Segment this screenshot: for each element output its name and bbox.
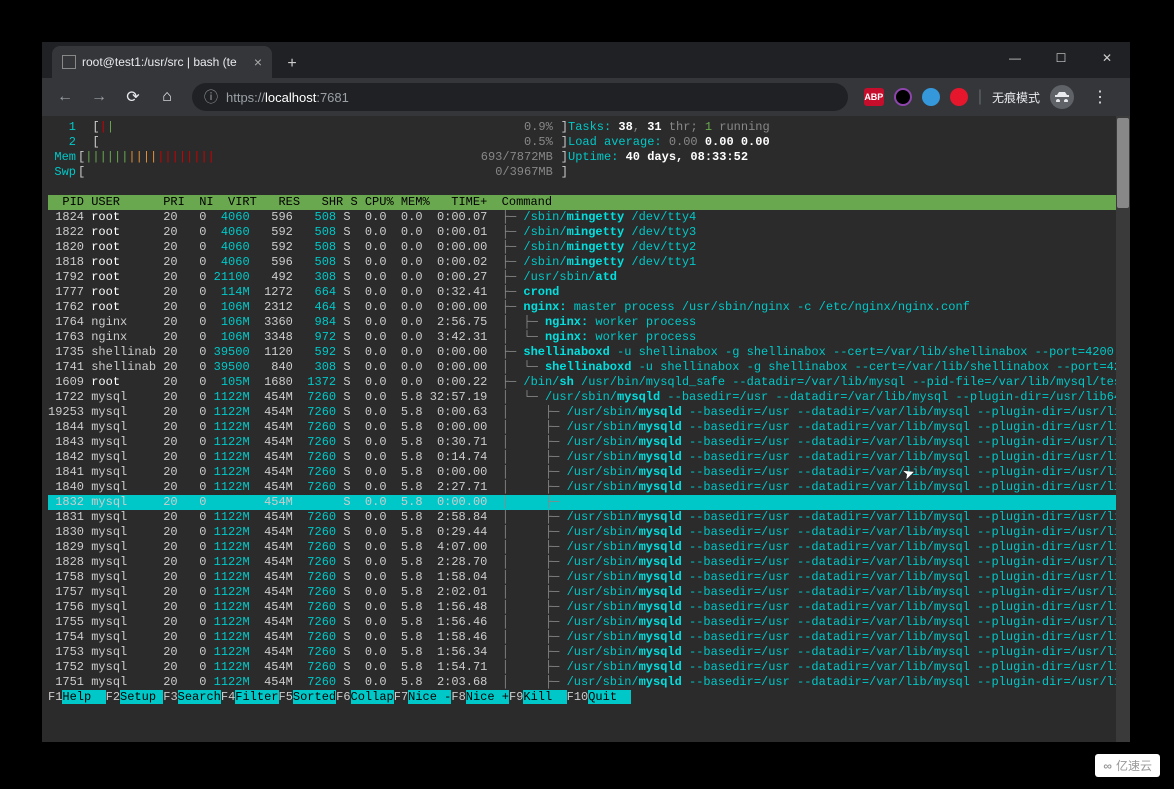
process-row[interactable]: 1763 nginx 20 0 106M 3348 972 S 0.0 0.0 … [48,330,1124,345]
maximize-button[interactable]: ☐ [1038,42,1084,74]
mem-bar: |||||||||||||||||| [85,150,215,165]
process-row[interactable]: 1758 mysql 20 0 1122M 454M 7260 S 0.0 5.… [48,570,1124,585]
process-row[interactable]: 19253 mysql 20 0 1122M 454M 7260 S 0.0 5… [48,405,1124,420]
home-button[interactable]: ⌂ [152,82,182,112]
tasks-line: Tasks: 38, 31 thr; 1 running [568,120,1124,135]
browser-window: — ☐ ✕ root@test1:/usr/src | bash (te × +… [42,42,1130,742]
extension-icon-3[interactable] [922,88,940,106]
process-row[interactable]: 1828 mysql 20 0 1122M 454M 7260 S 0.0 5.… [48,555,1124,570]
process-row[interactable]: 1751 mysql 20 0 1122M 454M 7260 S 0.0 5.… [48,675,1124,690]
process-row[interactable]: 1829 mysql 20 0 1122M 454M 7260 S 0.0 5.… [48,540,1124,555]
process-row[interactable]: 1792 root 20 0 21100 492 308 S 0.0 0.0 0… [48,270,1124,285]
process-row[interactable]: 1830 mysql 20 0 1122M 454M 7260 S 0.0 5.… [48,525,1124,540]
htop-meters: 1 [||0.9%] 2 [0.5%] Mem[||||||||||||||||… [48,120,1124,180]
process-row[interactable]: 1820 root 20 0 4060 592 508 S 0.0 0.0 0:… [48,240,1124,255]
process-row[interactable]: 1822 root 20 0 4060 592 508 S 0.0 0.0 0:… [48,225,1124,240]
tab-title: root@test1:/usr/src | bash (te [82,55,248,69]
window-controls: — ☐ ✕ [992,42,1130,74]
process-row[interactable]: 1752 mysql 20 0 1122M 454M 7260 S 0.0 5.… [48,660,1124,675]
mem-label: Mem [48,150,78,165]
process-list[interactable]: 1824 root 20 0 4060 596 508 S 0.0 0.0 0:… [48,210,1124,690]
process-row[interactable]: 1722 mysql 20 0 1122M 454M 7260 S 0.0 5.… [48,390,1124,405]
cpu2-label: 2 [48,135,78,150]
browser-tab[interactable]: root@test1:/usr/src | bash (te × [52,46,272,78]
watermark-text: 亿速云 [1116,757,1152,774]
process-row[interactable]: 1754 mysql 20 0 1122M 454M 7260 S 0.0 5.… [48,630,1124,645]
process-row[interactable]: 1841 mysql 20 0 1122M 454M 7260 S 0.0 5.… [48,465,1124,480]
process-row[interactable]: 1831 mysql 20 0 1122M 454M 7260 S 0.0 5.… [48,510,1124,525]
process-row[interactable]: 1818 root 20 0 4060 596 508 S 0.0 0.0 0:… [48,255,1124,270]
tab-close-button[interactable]: × [254,54,262,70]
process-row[interactable]: 1840 mysql 20 0 1122M 454M 7260 S 0.0 5.… [48,480,1124,495]
uptime-line: Uptime: 40 days, 08:33:52 [568,150,1124,165]
process-row[interactable]: 1755 mysql 20 0 1122M 454M 7260 S 0.0 5.… [48,615,1124,630]
url-text: https://localhost:7681 [226,90,836,105]
cpu2-value: 0.5% [100,135,561,150]
close-window-button[interactable]: ✕ [1084,42,1130,74]
site-info-icon[interactable]: ⓘ [204,87,218,107]
process-row[interactable]: 1843 mysql 20 0 1122M 454M 7260 S 0.0 5.… [48,435,1124,450]
process-row[interactable]: 1757 mysql 20 0 1122M 454M 7260 S 0.0 5.… [48,585,1124,600]
tab-bar: root@test1:/usr/src | bash (te × + [42,42,1130,78]
extension-icons: ABP | 无痕模式 ⋮ [858,85,1122,109]
cpu1-bar: || [100,120,114,135]
minimize-button[interactable]: — [992,42,1038,74]
load-line: Load average: 0.00 0.00 0.00 [568,135,1124,150]
process-row[interactable]: 1756 mysql 20 0 1122M 454M 7260 S 0.0 5.… [48,600,1124,615]
scrollbar-thumb[interactable] [1117,118,1129,208]
cpu1-value: 0.9% [114,120,561,135]
process-table-header[interactable]: PID USER PRI NI VIRT RES SHR S CPU% MEM%… [48,195,1124,210]
process-row[interactable]: 1609 root 20 0 105M 1680 1372 S 0.0 0.0 … [48,375,1124,390]
browser-toolbar: ← → ⟳ ⌂ ⓘ https://localhost:7681 ABP | 无… [42,78,1130,116]
process-row[interactable]: 1762 root 20 0 106M 2312 464 S 0.0 0.0 0… [48,300,1124,315]
abp-icon[interactable]: ABP [864,88,884,106]
process-row[interactable]: 1753 mysql 20 0 1122M 454M 7260 S 0.0 5.… [48,645,1124,660]
new-tab-button[interactable]: + [278,50,306,78]
incognito-label: 无痕模式 [992,89,1040,106]
process-row[interactable]: 1741 shellinab 20 0 39500 840 308 S 0.0 … [48,360,1124,375]
reload-button[interactable]: ⟳ [118,82,148,112]
weibo-icon[interactable] [950,88,968,106]
mem-value: 693/7872MB [215,150,561,165]
function-key-bar[interactable]: F1Help F2Setup F3SearchF4FilterF5SortedF… [48,690,1124,705]
address-bar[interactable]: ⓘ https://localhost:7681 [192,83,848,111]
process-row[interactable]: 1735 shellinab 20 0 39500 1120 592 S 0.0… [48,345,1124,360]
process-row[interactable]: 1844 mysql 20 0 1122M 454M 7260 S 0.0 5.… [48,420,1124,435]
menu-button[interactable]: ⋮ [1084,87,1116,107]
forward-button[interactable]: → [84,82,114,112]
watermark: ∞ 亿速云 [1095,754,1160,777]
tab-favicon-icon [62,55,76,69]
process-row[interactable]: 1764 nginx 20 0 106M 3360 984 S 0.0 0.0 … [48,315,1124,330]
extension-icon-2[interactable] [894,88,912,106]
cpu1-label: 1 [48,120,78,135]
terminal-content[interactable]: 1 [||0.9%] 2 [0.5%] Mem[||||||||||||||||… [42,116,1130,742]
process-row[interactable]: 1777 root 20 0 114M 1272 664 S 0.0 0.0 0… [48,285,1124,300]
process-row[interactable]: 1842 mysql 20 0 1122M 454M 7260 S 0.0 5.… [48,450,1124,465]
swp-value: 0/3967MB [85,165,561,180]
watermark-logo-icon: ∞ [1103,759,1112,773]
process-row[interactable]: 1832 mysql 20 0 1122M 454M 7260 S 0.0 5.… [48,495,1124,510]
swp-label: Swp [48,165,78,180]
process-row[interactable]: 1824 root 20 0 4060 596 508 S 0.0 0.0 0:… [48,210,1124,225]
scrollbar-track[interactable] [1116,116,1130,742]
back-button[interactable]: ← [50,82,80,112]
incognito-icon [1050,85,1074,109]
